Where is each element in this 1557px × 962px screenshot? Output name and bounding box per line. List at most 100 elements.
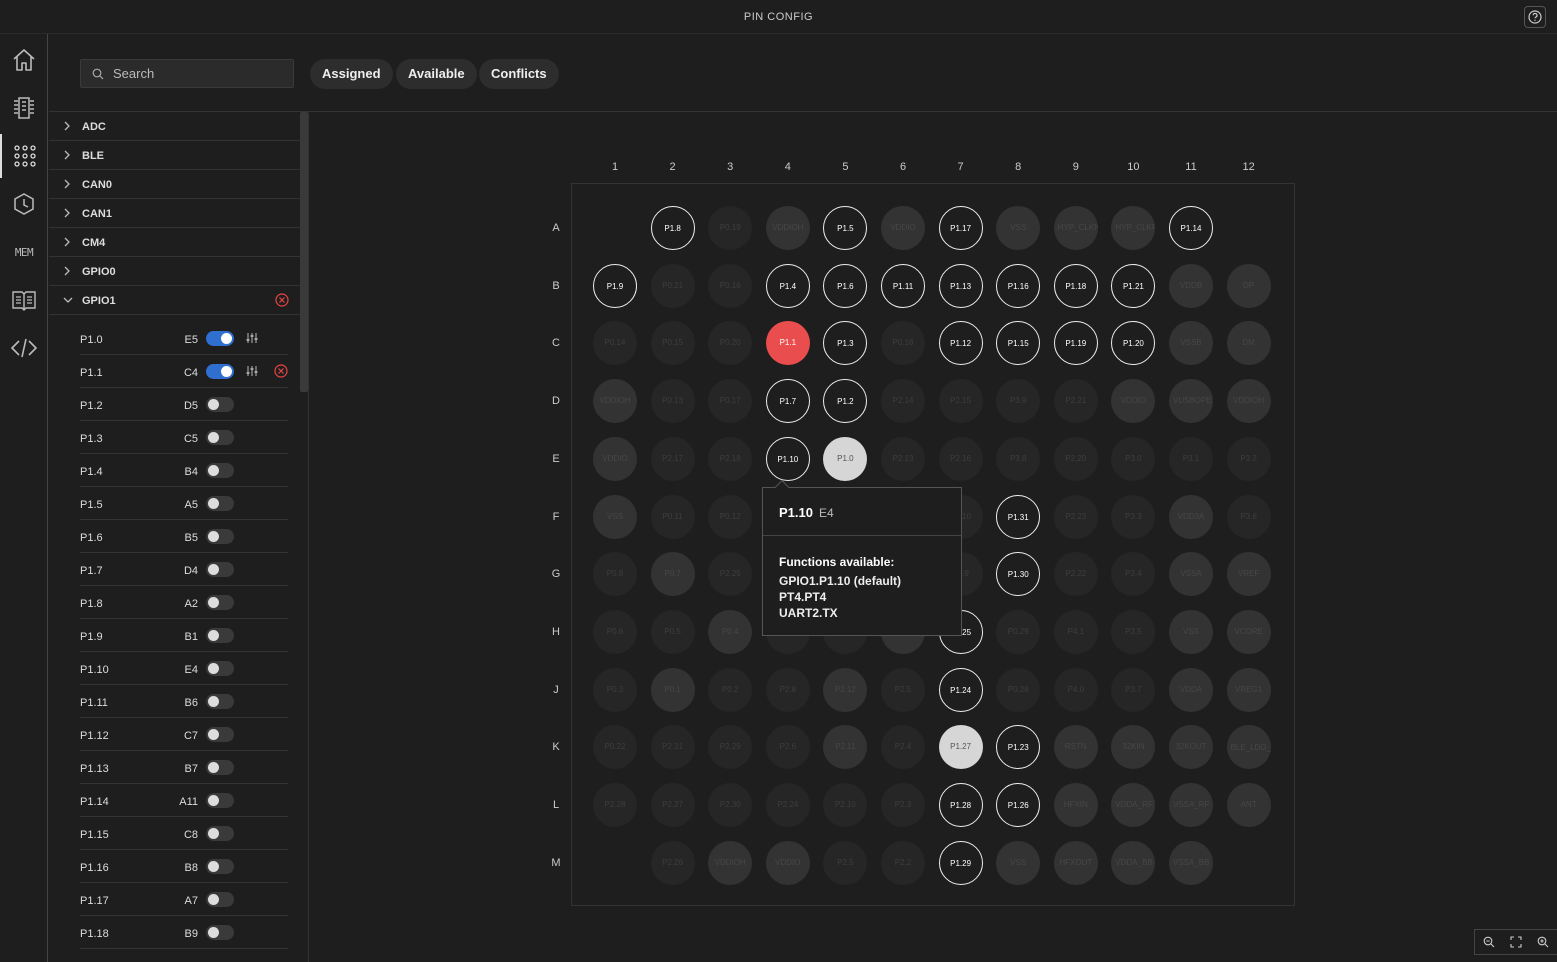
pin-ball-G1[interactable]: P0.8 bbox=[593, 552, 637, 597]
pin-ball-G9[interactable]: P2.22 bbox=[1053, 552, 1098, 597]
pin-config-button[interactable] bbox=[246, 365, 258, 380]
pin-ball-C4[interactable]: P1.1 bbox=[765, 321, 810, 366]
pin-ball-B1[interactable]: P1.9 bbox=[593, 263, 637, 308]
filter-conflicts-button[interactable]: Conflicts bbox=[479, 59, 559, 89]
pin-ball-E11[interactable]: P3.1 bbox=[1169, 436, 1213, 481]
pin-ball-M5[interactable]: P2.5 bbox=[823, 840, 868, 885]
pin-ball-A8[interactable]: VSS bbox=[996, 206, 1041, 250]
pin-ball-M2[interactable]: P2.26 bbox=[650, 840, 695, 885]
pin-ball-J8[interactable]: P0.28 bbox=[996, 667, 1041, 712]
pin-toggle[interactable] bbox=[206, 793, 234, 808]
search-input[interactable] bbox=[113, 60, 288, 87]
pin-ball-H2[interactable]: P0.5 bbox=[650, 609, 695, 654]
pin-ball-M9[interactable]: HFXOUT bbox=[1053, 840, 1098, 885]
pin-ball-L2[interactable]: P2.27 bbox=[650, 783, 695, 827]
pin-ball-L11[interactable]: VSSA_RF bbox=[1169, 783, 1213, 827]
pin-toggle[interactable] bbox=[206, 661, 234, 676]
pin-ball-K6[interactable]: P2.4 bbox=[881, 725, 925, 770]
pin-ball-M11[interactable]: VSSA_BB bbox=[1169, 840, 1213, 885]
pin-ball-K2[interactable]: P2.31 bbox=[650, 725, 695, 770]
pin-ball-F1[interactable]: VSS bbox=[593, 494, 637, 539]
pin-ball-F10[interactable]: P3.3 bbox=[1111, 494, 1156, 539]
pin-ball-H10[interactable]: P3.5 bbox=[1111, 609, 1156, 654]
pin-toggle[interactable] bbox=[206, 496, 234, 511]
nav-peripherals[interactable] bbox=[0, 86, 48, 130]
pin-ball-E3[interactable]: P2.18 bbox=[708, 436, 753, 481]
pin-ball-A2[interactable]: P1.8 bbox=[650, 206, 695, 250]
pin-ball-M6[interactable]: P2.2 bbox=[881, 840, 925, 885]
pin-ball-L12[interactable]: ANT bbox=[1226, 783, 1271, 827]
help-button[interactable] bbox=[1524, 6, 1546, 28]
pin-toggle[interactable] bbox=[206, 628, 234, 643]
pin-ball-L9[interactable]: HFXIN bbox=[1053, 783, 1098, 827]
pin-ball-E6[interactable]: P2.13 bbox=[881, 436, 925, 481]
pin-ball-H11[interactable]: VSS bbox=[1169, 609, 1213, 654]
pin-toggle[interactable] bbox=[206, 430, 234, 445]
pin-ball-F2[interactable]: P0.11 bbox=[650, 494, 695, 539]
pin-toggle[interactable] bbox=[206, 892, 234, 907]
pin-ball-D8[interactable]: P3.9 bbox=[996, 379, 1041, 424]
pin-ball-E7[interactable]: P2.16 bbox=[938, 436, 983, 481]
pin-ball-G12[interactable]: VREF bbox=[1226, 552, 1271, 597]
pin-toggle[interactable] bbox=[206, 595, 234, 610]
pin-ball-E4[interactable]: P1.10 bbox=[765, 436, 810, 481]
pin-ball-M10[interactable]: VDDA_BB bbox=[1111, 840, 1156, 885]
nav-docs[interactable] bbox=[0, 278, 48, 322]
pin-toggle[interactable] bbox=[206, 925, 234, 940]
fit-screen-button[interactable] bbox=[1502, 930, 1529, 954]
zoom-out-button[interactable] bbox=[1475, 930, 1502, 954]
pin-ball-D12[interactable]: VDDIOH bbox=[1226, 379, 1271, 424]
nav-pins[interactable] bbox=[0, 134, 48, 178]
pin-ball-A7[interactable]: P1.17 bbox=[938, 206, 983, 250]
pin-ball-G2[interactable]: P0.7 bbox=[650, 552, 695, 597]
pin-ball-J11[interactable]: VDDA bbox=[1169, 667, 1213, 712]
pin-ball-A3[interactable]: P0.19 bbox=[708, 206, 753, 250]
pin-ball-A6[interactable]: VDDIO bbox=[881, 206, 925, 250]
pin-toggle[interactable] bbox=[206, 529, 234, 544]
pin-config-button[interactable] bbox=[246, 332, 258, 347]
pin-ball-J10[interactable]: P3.7 bbox=[1111, 667, 1156, 712]
pin-toggle[interactable] bbox=[206, 727, 234, 742]
pin-ball-J2[interactable]: P0.1 bbox=[650, 667, 695, 712]
pin-ball-D2[interactable]: P0.13 bbox=[650, 379, 695, 424]
pin-ball-F11[interactable]: VDD3A bbox=[1169, 494, 1213, 539]
pin-toggle[interactable] bbox=[206, 463, 234, 478]
pin-ball-A4[interactable]: VDDIOH bbox=[765, 206, 810, 250]
filter-assigned-button[interactable]: Assigned bbox=[310, 59, 393, 89]
pin-ball-D1[interactable]: VDDIOH bbox=[593, 379, 637, 424]
tree-category[interactable]: CAN0 bbox=[49, 170, 301, 199]
pin-ball-L1[interactable]: P2.28 bbox=[593, 783, 637, 827]
pin-ball-L8[interactable]: P1.26 bbox=[996, 783, 1041, 827]
pin-toggle[interactable] bbox=[206, 331, 234, 346]
pin-ball-C7[interactable]: P1.12 bbox=[938, 321, 983, 366]
pin-ball-D4[interactable]: P1.7 bbox=[765, 379, 810, 424]
pin-ball-J6[interactable]: P2.5 bbox=[881, 667, 925, 712]
pin-ball-E1[interactable]: VDDIO bbox=[593, 436, 637, 481]
nav-clock[interactable] bbox=[0, 182, 48, 226]
pin-toggle[interactable] bbox=[206, 562, 234, 577]
pin-ball-B10[interactable]: P1.21 bbox=[1111, 263, 1156, 308]
pin-ball-K12[interactable]: BLE_LDO_IN bbox=[1226, 725, 1271, 770]
tree-category[interactable]: BLE bbox=[49, 141, 301, 170]
pin-ball-L6[interactable]: P2.3 bbox=[881, 783, 925, 827]
pin-ball-C2[interactable]: P0.15 bbox=[650, 321, 695, 366]
nav-home[interactable] bbox=[0, 38, 48, 82]
pin-ball-F8[interactable]: P1.31 bbox=[996, 494, 1041, 539]
pin-ball-K11[interactable]: 32KOUT bbox=[1169, 725, 1213, 770]
pin-ball-D3[interactable]: P0.17 bbox=[708, 379, 753, 424]
pin-ball-M3[interactable]: VDDIOH bbox=[708, 840, 753, 885]
pin-ball-K4[interactable]: P2.6 bbox=[765, 725, 810, 770]
pin-ball-B7[interactable]: P1.13 bbox=[938, 263, 983, 308]
pin-toggle[interactable] bbox=[206, 826, 234, 841]
pin-ball-D6[interactable]: P2.14 bbox=[881, 379, 925, 424]
pin-ball-D11[interactable]: VUSBOPE bbox=[1169, 379, 1213, 424]
pin-ball-E12[interactable]: P3.2 bbox=[1226, 436, 1271, 481]
pin-ball-K9[interactable]: RSTN bbox=[1053, 725, 1098, 770]
pin-ball-J12[interactable]: VREG1 bbox=[1226, 667, 1271, 712]
pin-ball-E2[interactable]: P2.17 bbox=[650, 436, 695, 481]
nav-code[interactable] bbox=[0, 326, 48, 370]
pin-ball-J7[interactable]: P1.24 bbox=[938, 667, 983, 712]
pin-ball-K1[interactable]: P0.22 bbox=[593, 725, 637, 770]
pin-ball-B8[interactable]: P1.16 bbox=[996, 263, 1041, 308]
pin-toggle[interactable] bbox=[206, 859, 234, 874]
